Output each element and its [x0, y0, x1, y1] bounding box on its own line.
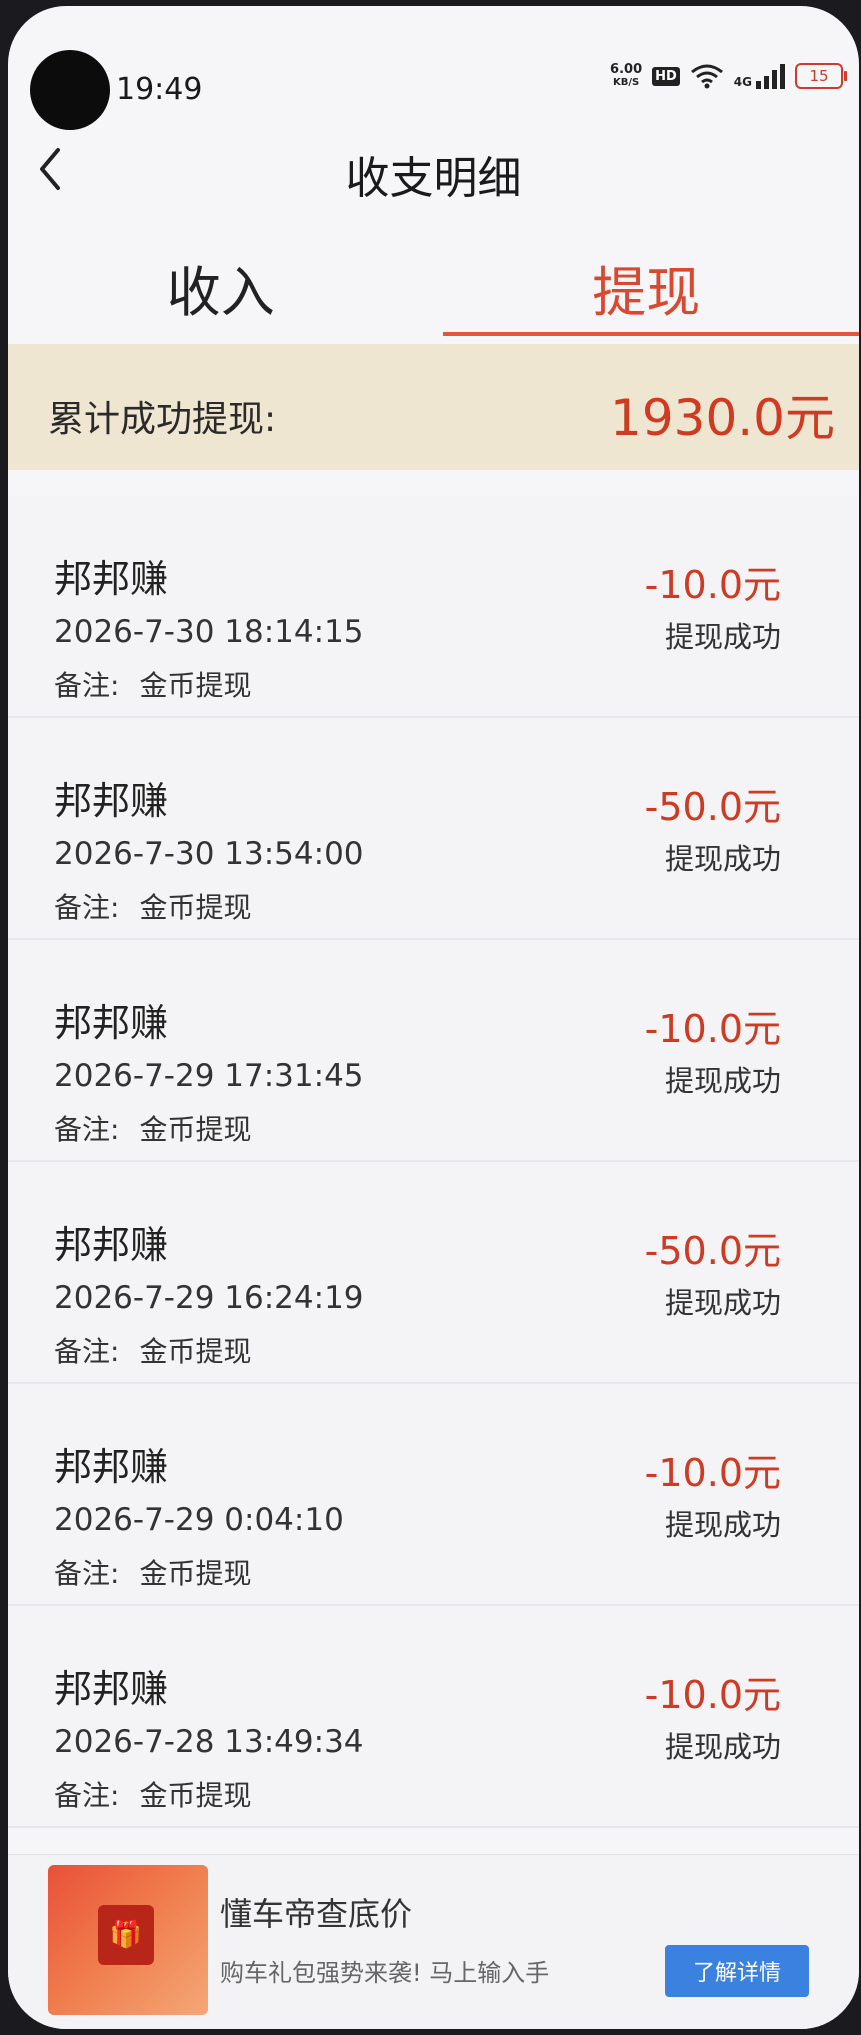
list-item[interactable]: 邦邦赚 2026-7-29 17:31:45 备注: 金币提现 -10.0元 提现… — [8, 940, 859, 1162]
network-type: 4G — [733, 75, 752, 89]
summary-label: 累计成功提现: — [48, 399, 277, 440]
record-note-label: 备注: — [54, 1335, 120, 1368]
battery-icon: 15 — [795, 63, 847, 89]
list-item[interactable]: 邦邦赚 2026-7-30 13:54:00 备注: 金币提现 -50.0元 提现… — [8, 718, 859, 940]
record-note: 备注: 金币提现 — [54, 1552, 251, 1592]
record-note: 备注: 金币提现 — [54, 1330, 251, 1370]
active-tab-indicator — [443, 332, 859, 336]
record-name: 邦邦赚 — [54, 557, 169, 601]
record-name: 邦邦赚 — [54, 1223, 169, 1267]
hd-icon: HD — [652, 66, 680, 86]
record-note-label: 备注: — [54, 891, 120, 924]
ad-subtitle: 购车礼包强势来袭! 马上输入手 — [220, 1959, 550, 1987]
record-note-value: 金币提现 — [139, 1335, 252, 1368]
record-amount: -50.0元 — [644, 785, 781, 829]
record-datetime: 2026-7-29 16:24:19 — [54, 1280, 364, 1316]
record-note: 备注: 金币提现 — [54, 886, 251, 926]
record-note-value: 金币提现 — [139, 891, 252, 924]
list-item[interactable]: 邦邦赚 2026-7-28 13:49:34 备注: 金币提现 -10.0元 提现… — [8, 1606, 859, 1828]
ad-details-button[interactable]: 了解详情 — [665, 1945, 809, 1997]
nav-bar: 收支明细 — [8, 124, 859, 214]
record-status: 提现成功 — [664, 1064, 781, 1098]
record-name: 邦邦赚 — [54, 1001, 169, 1045]
tab-bar: 收入 提现 — [8, 232, 859, 342]
record-status: 提现成功 — [664, 1286, 781, 1320]
record-datetime: 2026-7-30 13:54:00 — [54, 836, 364, 872]
record-note: 备注: 金币提现 — [54, 664, 251, 704]
record-name: 邦邦赚 — [54, 1667, 169, 1711]
record-amount: -10.0元 — [644, 1451, 781, 1495]
status-time: 19:49 — [116, 72, 203, 107]
record-status: 提现成功 — [664, 620, 781, 654]
cellular: 4G — [734, 63, 785, 89]
record-amount: -10.0元 — [644, 1673, 781, 1717]
record-note-value: 金币提现 — [139, 1779, 252, 1812]
record-note-label: 备注: — [54, 1557, 120, 1590]
signal-icon — [756, 63, 785, 89]
record-status: 提现成功 — [664, 842, 781, 876]
record-name: 邦邦赚 — [54, 779, 169, 823]
net-speed-unit: KB/S — [612, 77, 640, 88]
tab-income[interactable]: 收入 — [8, 232, 434, 342]
page-title: 收支明细 — [345, 153, 522, 204]
record-note: 备注: 金币提现 — [54, 1774, 251, 1814]
status-icons: 6.00 KB/S HD 4G 15 — [610, 56, 847, 96]
ad-image[interactable]: 🎁 — [48, 1865, 208, 2015]
phone-screen: 19:49 6.00 KB/S HD 4G 15 收支明细 收入 提现 累计成功… — [8, 6, 859, 2029]
record-note-value: 金币提现 — [139, 1113, 252, 1146]
list-item[interactable]: 邦邦赚 2026-7-29 16:24:19 备注: 金币提现 -50.0元 提现… — [8, 1162, 859, 1384]
ad-title[interactable]: 懂车帝查底价 — [220, 1889, 412, 1935]
wifi-icon — [690, 64, 723, 89]
record-datetime: 2026-7-29 17:31:45 — [54, 1058, 364, 1094]
tab-withdraw[interactable]: 提现 — [434, 232, 860, 342]
record-status: 提现成功 — [664, 1508, 781, 1542]
gift-icon: 🎁 — [98, 1905, 154, 1965]
record-amount: -10.0元 — [644, 563, 781, 607]
record-note-label: 备注: — [54, 1113, 120, 1146]
summary-value: 1930.0元 — [610, 389, 835, 447]
record-name: 邦邦赚 — [54, 1445, 169, 1489]
record-status: 提现成功 — [664, 1730, 781, 1764]
record-datetime: 2026-7-30 18:14:15 — [54, 614, 364, 650]
record-note: 备注: 金币提现 — [54, 1108, 251, 1148]
record-note-value: 金币提现 — [139, 669, 252, 702]
net-speed-value: 6.00 — [610, 62, 643, 77]
record-datetime: 2026-7-29 0:04:10 — [54, 1502, 344, 1538]
list-item[interactable]: 邦邦赚 2026-7-30 18:14:15 备注: 金币提现 -10.0元 提现… — [8, 496, 859, 718]
record-datetime: 2026-7-28 13:49:34 — [54, 1724, 364, 1760]
record-note-label: 备注: — [54, 669, 120, 702]
record-amount: -10.0元 — [644, 1007, 781, 1051]
withdraw-summary: 累计成功提现: 1930.0元 — [8, 344, 859, 470]
record-note-label: 备注: — [54, 1779, 120, 1812]
record-amount: -50.0元 — [644, 1229, 781, 1273]
front-camera — [30, 50, 110, 130]
record-note-value: 金币提现 — [139, 1557, 252, 1590]
ad-banner[interactable]: 🎁 懂车帝查底价 购车礼包强势来袭! 马上输入手 了解详情 — [8, 1854, 859, 2029]
list-item[interactable]: 邦邦赚 2026-7-29 0:04:10 备注: 金币提现 -10.0元 提现成… — [8, 1384, 859, 1606]
net-speed: 6.00 KB/S — [610, 63, 642, 89]
